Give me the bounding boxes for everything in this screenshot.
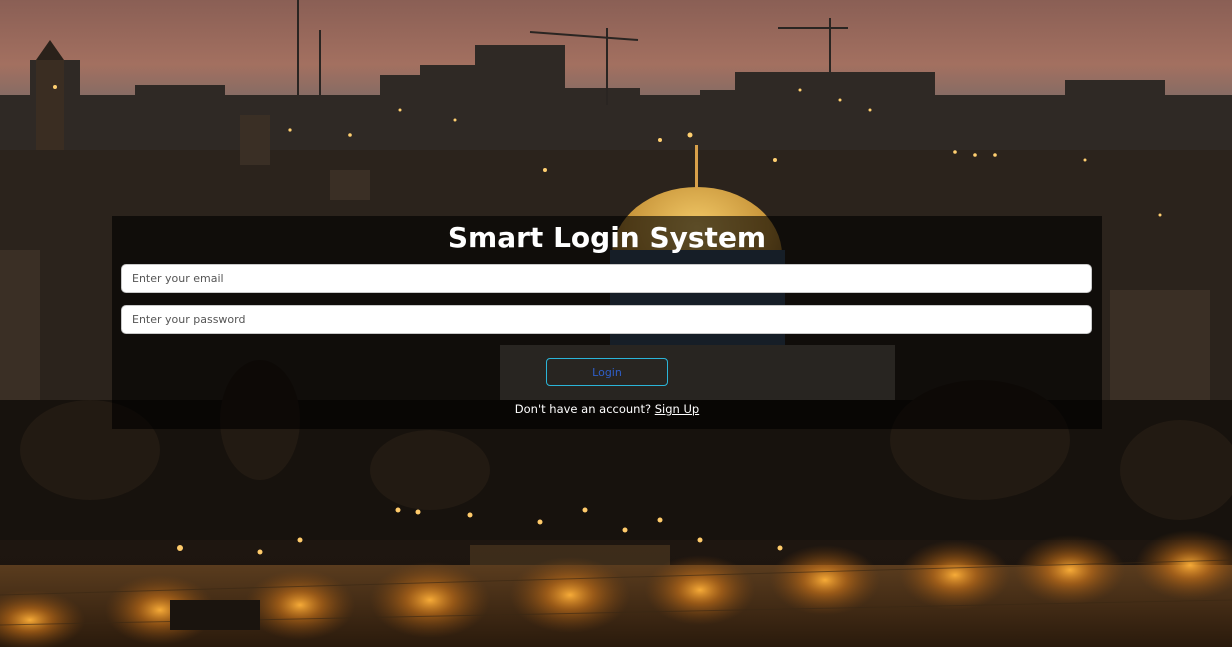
login-panel: Smart Login System Login Don't have an a…	[112, 216, 1102, 429]
login-button[interactable]: Login	[546, 358, 668, 386]
login-page: Smart Login System Login Don't have an a…	[0, 0, 1232, 647]
no-account-text: Don't have an account?	[514, 402, 652, 416]
signup-link[interactable]: Sign Up	[655, 402, 699, 416]
password-input[interactable]	[121, 305, 1092, 334]
email-input[interactable]	[121, 264, 1092, 293]
page-title: Smart Login System	[447, 221, 767, 254]
signup-prompt: Don't have an account? Sign Up	[112, 402, 1102, 416]
